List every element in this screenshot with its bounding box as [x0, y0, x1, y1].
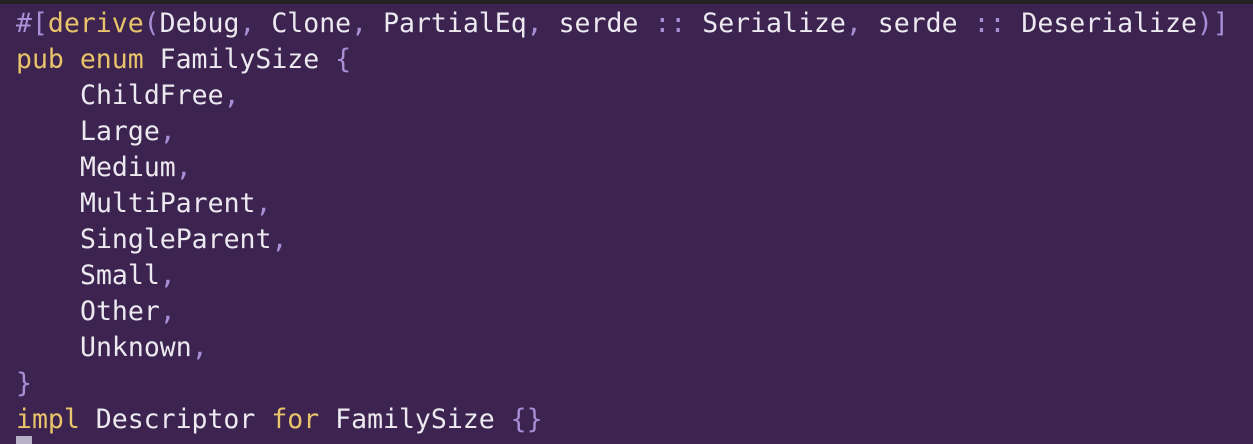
derive-keyword: derive: [47, 8, 144, 39]
enum-variant: Medium,: [16, 150, 1229, 186]
variant-name: MultiParent: [80, 188, 256, 219]
code-line-close-brace: }: [16, 366, 1229, 402]
trait-serialize: Serialize: [702, 8, 846, 39]
trait-partialeq: PartialEq: [383, 8, 527, 39]
comma: ,: [159, 296, 176, 327]
paren-open: (: [143, 8, 160, 39]
comma: ,: [159, 116, 176, 147]
brace-open: {: [335, 44, 352, 75]
trait-debug: Debug: [159, 8, 240, 39]
for-keyword: for: [271, 404, 320, 435]
comma: ,: [351, 8, 368, 39]
comma: ,: [223, 80, 240, 111]
code-line-derive: #[derive(Debug, Clone, PartialEq, serde …: [16, 6, 1229, 42]
comma: ,: [191, 332, 208, 363]
trait-deserialize: Deserialize: [1021, 8, 1197, 39]
text-cursor: [16, 436, 32, 444]
path-separator: ::: [973, 8, 1006, 39]
comma: ,: [255, 188, 272, 219]
comma: ,: [845, 8, 862, 39]
enum-variant: ChildFree,: [16, 78, 1229, 114]
variant-name: Small: [80, 260, 160, 291]
attribute-close: )]: [1196, 8, 1229, 39]
comma: ,: [239, 8, 256, 39]
comma: ,: [159, 260, 176, 291]
enum-variant: MultiParent,: [16, 186, 1229, 222]
enum-variant: Small,: [16, 258, 1229, 294]
variant-name: Other: [80, 296, 160, 327]
enum-variant: Other,: [16, 294, 1229, 330]
enum-keyword: enum: [79, 44, 144, 75]
crate-serde: serde: [877, 8, 958, 39]
comma: ,: [526, 8, 543, 39]
crate-serde: serde: [558, 8, 639, 39]
trait-clone: Clone: [271, 8, 352, 39]
enum-variant: SingleParent,: [16, 222, 1229, 258]
attribute-open: #[: [16, 8, 48, 39]
code-block: #[derive(Debug, Clone, PartialEq, serde …: [16, 6, 1229, 438]
pub-keyword: pub: [16, 44, 64, 75]
comma: ,: [271, 224, 288, 255]
empty-braces: {}: [510, 404, 543, 435]
code-line-impl: impl Descriptor for FamilySize {}: [16, 402, 1229, 438]
code-editor[interactable]: #[derive(Debug, Clone, PartialEq, serde …: [0, 0, 1253, 444]
variant-name: Medium: [80, 152, 176, 183]
variant-name: Large: [80, 116, 160, 147]
variant-name: Unknown: [80, 332, 192, 363]
enum-variant: Large,: [16, 114, 1229, 150]
variant-name: ChildFree: [80, 80, 224, 111]
variant-name: SingleParent: [80, 224, 272, 255]
path-separator: ::: [654, 8, 687, 39]
code-line-enum-decl: pub enum FamilySize {: [16, 42, 1229, 78]
enum-name: FamilySize: [159, 44, 320, 75]
impl-type-name: FamilySize: [335, 404, 495, 435]
comma: ,: [175, 152, 192, 183]
trait-descriptor: Descriptor: [95, 404, 256, 435]
enum-variant: Unknown,: [16, 330, 1229, 366]
brace-close: }: [16, 368, 32, 399]
impl-keyword: impl: [16, 404, 80, 435]
